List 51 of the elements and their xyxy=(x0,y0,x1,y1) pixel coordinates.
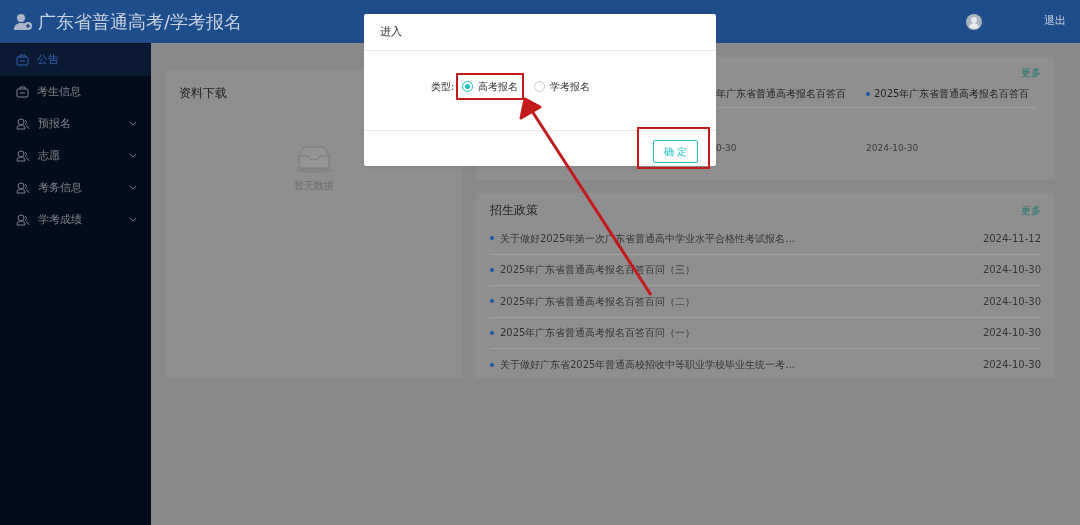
option-label: 高考报名 xyxy=(478,80,519,94)
radio-option[interactable]: 高考报名 xyxy=(456,73,525,100)
policy-date: 2024-11-12 xyxy=(982,231,1041,246)
news-date: 2024-10-30 xyxy=(866,142,920,155)
news-title: 2025年广东省普通高考报名百答百 xyxy=(874,87,1030,101)
news-title: 年广东省普通高考报名百答百 xyxy=(716,87,846,101)
users-icon xyxy=(16,182,30,194)
menu-label: 志愿 xyxy=(38,147,60,164)
policy-date: 2024-10-30 xyxy=(982,358,1041,373)
chevron-down-icon xyxy=(129,121,137,127)
sidebar-item[interactable]: 志愿 xyxy=(0,140,151,172)
menu-label: 学考成绩 xyxy=(38,211,82,228)
empty-inbox-icon xyxy=(293,144,334,174)
card-title: 招生政策 xyxy=(490,202,538,219)
app-title: 广东省普通高考/学考报名 xyxy=(38,10,243,34)
radio-option[interactable]: 学考报名 xyxy=(528,73,597,100)
briefcase-icon xyxy=(16,86,29,98)
sidebar-item[interactable]: 学考成绩 xyxy=(0,204,151,236)
news-item[interactable]: 2025年广东省普通高考报名百答百 xyxy=(866,86,1036,108)
users-icon xyxy=(16,118,30,130)
logout-link[interactable]: 退出 xyxy=(1044,13,1066,30)
menu-label: 预报名 xyxy=(38,115,71,132)
briefcase-icon xyxy=(16,54,29,66)
field-label: 类型: xyxy=(431,80,455,94)
bullet-icon xyxy=(866,91,870,96)
bullet-icon xyxy=(490,267,494,272)
menu-label: 公告 xyxy=(37,51,59,68)
chevron-down-icon xyxy=(129,153,137,159)
bullet-icon xyxy=(490,330,494,335)
card-title: 资料下载 xyxy=(179,86,227,100)
option-label: 学考报名 xyxy=(550,80,591,94)
bullet-icon xyxy=(490,299,494,304)
sidebar-item[interactable]: 考生信息 xyxy=(0,76,151,108)
avatar-icon[interactable] xyxy=(966,13,982,30)
users-icon xyxy=(16,214,30,226)
user-add-icon xyxy=(14,12,32,31)
news-date: 0-30 xyxy=(716,142,738,155)
dialog-title: 进入 xyxy=(380,23,402,40)
bullet-icon xyxy=(490,362,494,367)
bullet-icon xyxy=(490,236,494,241)
policy-date: 2024-10-30 xyxy=(982,326,1041,341)
policy-date: 2024-10-30 xyxy=(982,263,1041,278)
chevron-down-icon xyxy=(129,217,137,223)
sidebar-item[interactable]: 公告 xyxy=(0,44,151,76)
chevron-down-icon xyxy=(129,185,137,191)
policy-date: 2024-10-30 xyxy=(982,294,1041,309)
sidebar-item[interactable]: 预报名 xyxy=(0,108,151,140)
users-icon xyxy=(16,150,30,162)
menu-label: 考生信息 xyxy=(37,83,81,100)
menu-label: 考务信息 xyxy=(38,179,82,196)
sidebar-item[interactable]: 考务信息 xyxy=(0,172,151,204)
